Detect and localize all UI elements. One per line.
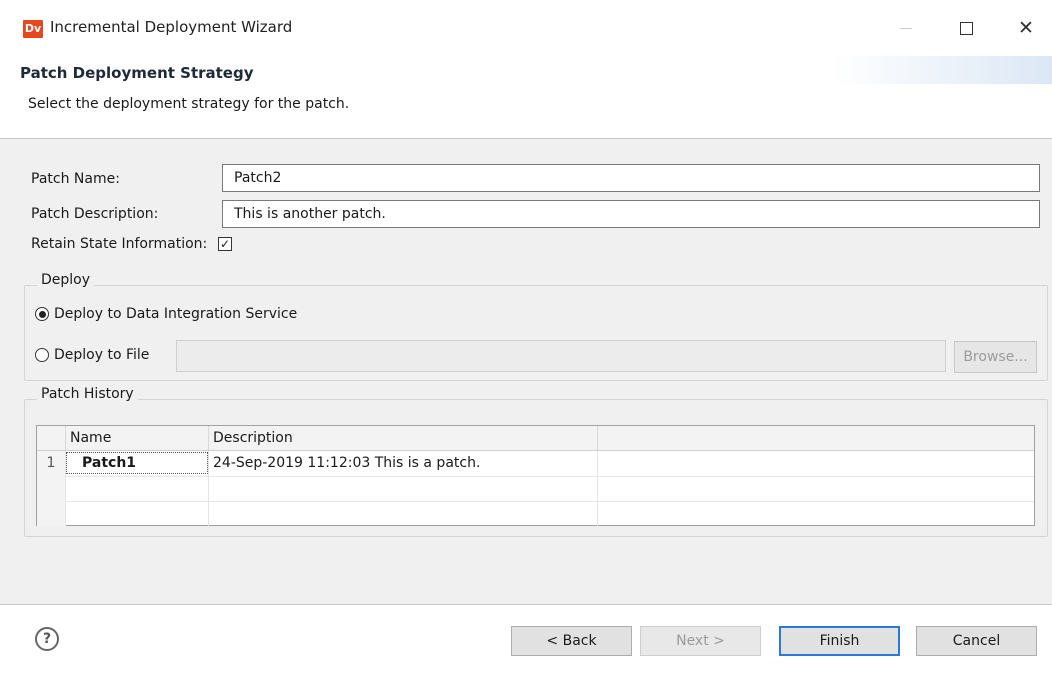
- patch-description-label: Patch Description:: [31, 206, 159, 222]
- cell-empty: [598, 476, 1034, 501]
- deploy-file-label: Deploy to File: [54, 347, 150, 363]
- table-row[interactable]: [37, 501, 1034, 526]
- cell-description[interactable]: [209, 501, 598, 526]
- maximize-button[interactable]: [946, 14, 986, 42]
- close-button[interactable]: ✕: [1006, 14, 1046, 42]
- column-header-name[interactable]: Name: [66, 426, 209, 450]
- minimize-icon: [900, 27, 912, 29]
- deploy-service-label: Deploy to Data Integration Service: [54, 306, 298, 322]
- browse-button[interactable]: Browse...: [954, 341, 1037, 373]
- row-number: 1: [37, 451, 66, 476]
- patch-history-legend: Patch History: [37, 386, 138, 402]
- table-row[interactable]: [37, 476, 1034, 502]
- header-decoration: [832, 56, 1052, 84]
- radio-selected-dot: [38, 310, 46, 318]
- help-icon[interactable]: ?: [35, 627, 59, 651]
- checkmark-icon: ✓: [219, 237, 231, 251]
- close-icon: ✕: [1018, 16, 1034, 39]
- cell-description[interactable]: 24-Sep-2019 11:12:03 This is a patch.: [209, 451, 598, 476]
- deploy-service-radio[interactable]: [35, 307, 49, 321]
- retain-state-checkbox[interactable]: ✓: [218, 237, 232, 251]
- page-description: Select the deployment strategy for the p…: [28, 96, 350, 112]
- deploy-file-option[interactable]: Deploy to File: [35, 347, 149, 363]
- finish-button[interactable]: Finish: [779, 626, 900, 656]
- next-button[interactable]: Next >: [640, 626, 761, 656]
- wizard-window: Dv Incremental Deployment Wizard ✕ Patch…: [0, 0, 1052, 677]
- wizard-content: Patch Name: Patch Description: Retain St…: [0, 139, 1052, 605]
- table-header: Name Description: [37, 426, 1034, 451]
- deploy-service-option[interactable]: Deploy to Data Integration Service: [35, 306, 297, 322]
- title-bar: Dv Incremental Deployment Wizard ✕: [0, 0, 1052, 56]
- page-title: Patch Deployment Strategy: [20, 64, 254, 82]
- patch-name-label: Patch Name:: [31, 171, 120, 187]
- cell-name[interactable]: [66, 476, 209, 501]
- cell-empty: [598, 501, 1034, 526]
- window-title: Incremental Deployment Wizard: [50, 18, 293, 36]
- cell-empty: [598, 451, 1034, 476]
- deploy-group: Deploy Deploy to Data Integration Servic…: [24, 272, 1048, 381]
- file-path-input[interactable]: [176, 340, 946, 372]
- column-header-empty: [598, 426, 1034, 450]
- minimize-button[interactable]: [886, 14, 926, 42]
- cell-description[interactable]: [209, 476, 598, 501]
- row-number-header: [37, 426, 66, 450]
- cell-name[interactable]: [66, 501, 209, 526]
- row-number: [37, 501, 66, 526]
- cell-focus-outline: [66, 452, 208, 474]
- deploy-legend: Deploy: [37, 272, 95, 288]
- column-header-description[interactable]: Description: [209, 426, 598, 450]
- row-number: [37, 476, 66, 501]
- cancel-button[interactable]: Cancel: [916, 626, 1037, 656]
- retain-state-label: Retain State Information:: [31, 236, 208, 252]
- app-logo-icon: Dv: [23, 20, 43, 38]
- patch-description-input[interactable]: [222, 200, 1040, 228]
- back-button[interactable]: < Back: [511, 626, 632, 656]
- deploy-file-radio[interactable]: [35, 348, 49, 362]
- table-row[interactable]: 1 Patch1 24-Sep-2019 11:12:03 This is a …: [37, 451, 1034, 477]
- patch-history-table: Name Description 1 Patch1 24-Sep-2019 11…: [36, 425, 1035, 526]
- patch-name-input[interactable]: [222, 164, 1040, 192]
- wizard-header: Patch Deployment Strategy Select the dep…: [0, 56, 1052, 139]
- maximize-icon: [959, 21, 973, 35]
